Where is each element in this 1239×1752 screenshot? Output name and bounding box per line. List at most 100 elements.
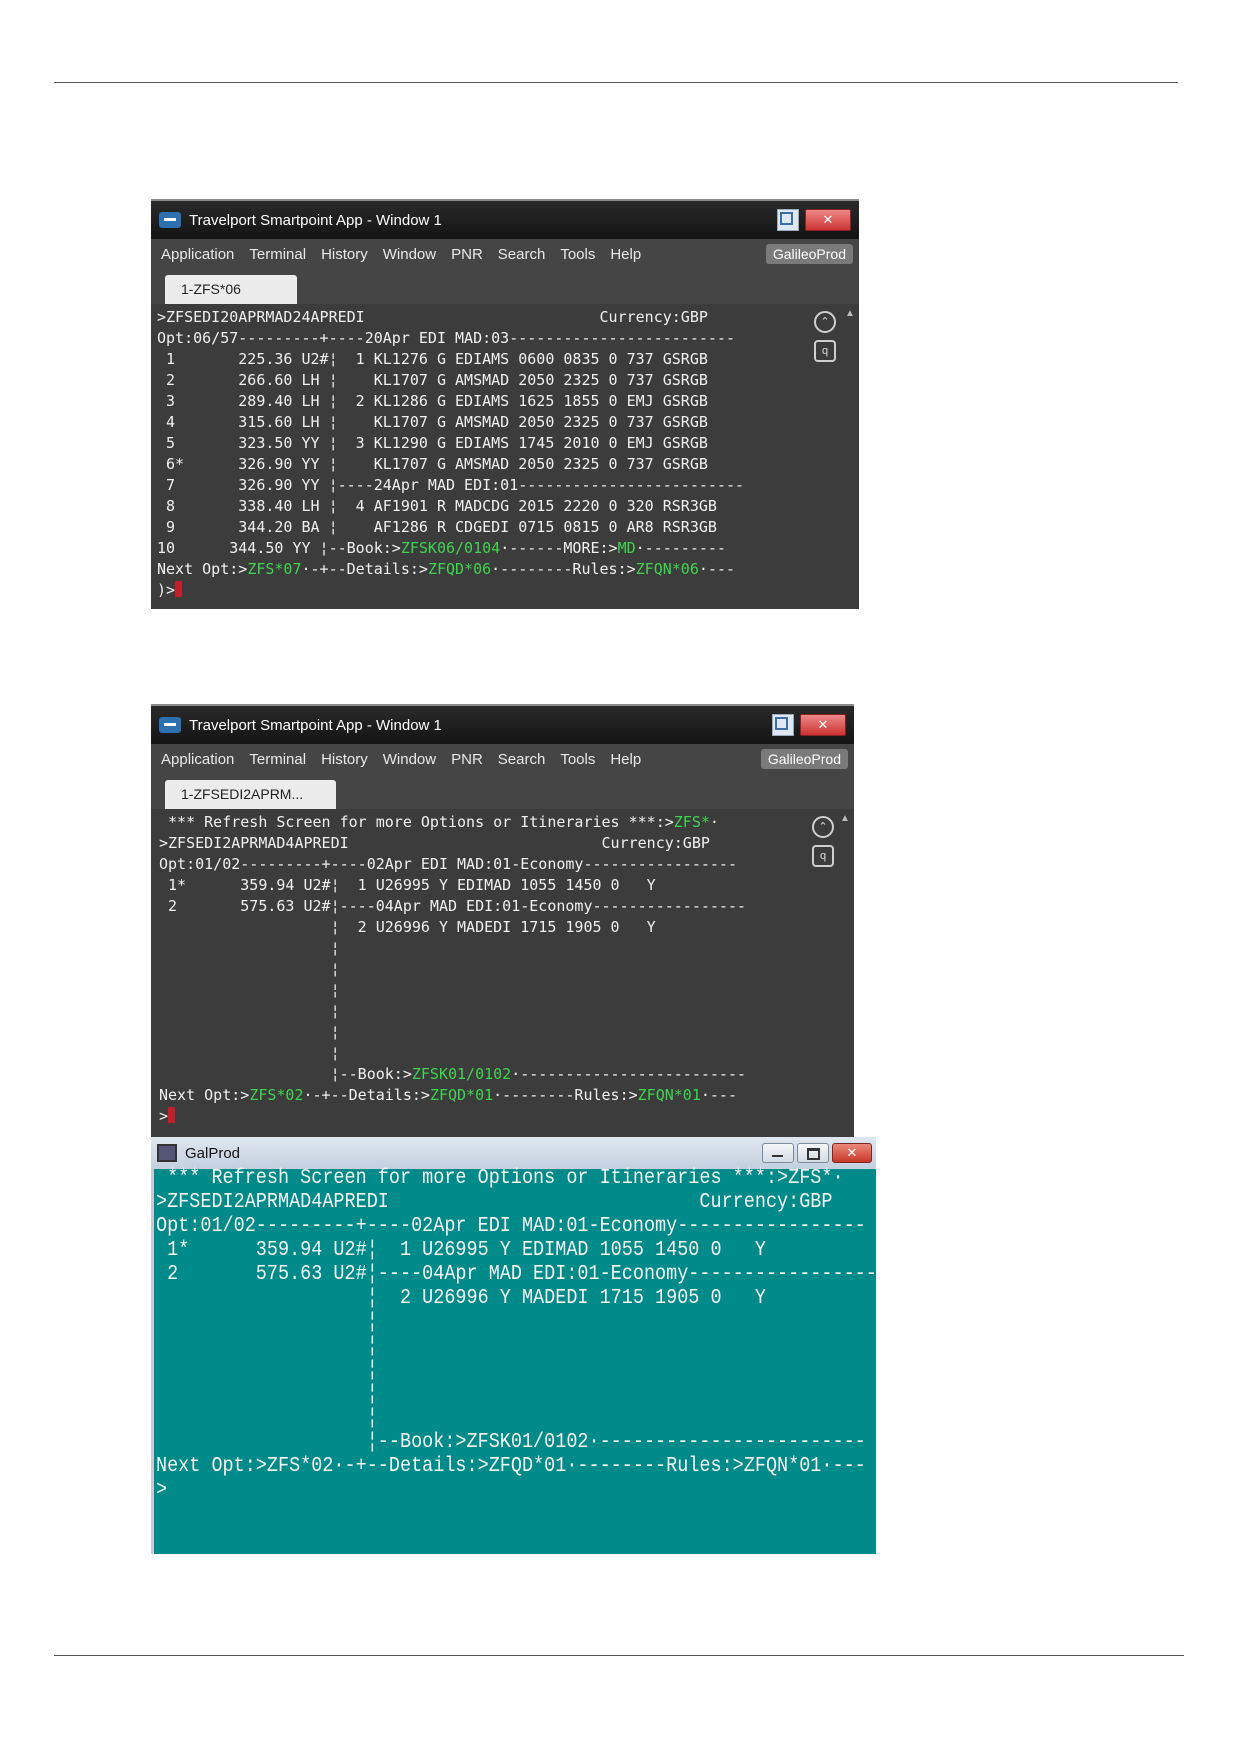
terminal-output: >ZFSEDI20APRMAD24APREDI Currency:GBP Opt… (157, 308, 744, 599)
bottom-rule (54, 1655, 1184, 1656)
menu-item-application[interactable]: Application (161, 246, 234, 263)
smartpoint-window-1: Travelport Smartpoint App - Window 1 ✕ A… (151, 199, 859, 609)
input-cursor[interactable] (168, 1107, 176, 1123)
environment-badge[interactable]: GalileoProd (760, 749, 848, 769)
terminal-output: *** Refresh Screen for more Options or I… (159, 813, 747, 1125)
title-bar[interactable]: GalProd ✕ (151, 1137, 876, 1169)
menu-item-search[interactable]: Search (498, 246, 546, 263)
terminal-tab[interactable]: 1-ZFS*06 (165, 275, 297, 304)
menu-item-terminal[interactable]: Terminal (249, 751, 306, 768)
menu-item-history[interactable]: History (321, 246, 368, 263)
menu-item-tools[interactable]: Tools (560, 246, 595, 263)
search-icon[interactable]: q (812, 845, 834, 867)
collapse-up-icon[interactable]: ⌃ (812, 816, 834, 838)
book-command-link[interactable]: ZFSK01/0102 (412, 1065, 511, 1083)
terminal-line: ¦ (159, 960, 340, 978)
terminal-line: ¦ (159, 1002, 340, 1020)
close-button[interactable]: ✕ (800, 714, 846, 736)
title-bar[interactable]: Travelport Smartpoint App - Window 1 ✕ (151, 199, 859, 239)
window-title: GalProd (185, 1144, 241, 1162)
terminal-line: 5 323.50 YY ¦ 3 KL1290 G EDIAMS 1745 201… (157, 434, 708, 452)
next-option-link[interactable]: ZFS*07 (247, 560, 301, 578)
terminal-line: ¦ (159, 939, 340, 957)
terminal-line: ¦ (156, 1359, 378, 1382)
terminal-line: 7 326.90 YY ¦----24Apr MAD EDI:01-------… (157, 476, 744, 494)
terminal-screen[interactable]: *** Refresh Screen for more Options or I… (154, 1167, 876, 1554)
terminal-line: 2 575.63 U2#¦----04Apr MAD EDI:01-Econom… (156, 1263, 876, 1286)
window-title: Travelport Smartpoint App - Window 1 (189, 211, 442, 229)
terminal-line: ¦ (159, 1044, 340, 1062)
menu-item-history[interactable]: History (321, 751, 368, 768)
computer-icon (157, 1144, 177, 1162)
terminal-line: ¦ (159, 1023, 340, 1041)
terminal-screen[interactable]: *** Refresh Screen for more Options or I… (151, 809, 854, 1137)
terminal-line: >ZFSEDI2APRMAD4APREDI Currency:GBP (159, 834, 710, 852)
terminal-line: >ZFSEDI20APRMAD24APREDI Currency:GBP (157, 308, 708, 326)
galprod-window: GalProd ✕ *** Refresh Screen for more Op… (151, 1137, 876, 1554)
command-prompt: > (156, 1479, 168, 1502)
minimize-button[interactable] (762, 1143, 794, 1163)
terminal-tab[interactable]: 1-ZFSEDI2APRM... (165, 780, 336, 809)
terminal-line: 1 225.36 U2#¦ 1 KL1276 G EDIAMS 0600 083… (157, 350, 708, 368)
menu-item-window[interactable]: Window (383, 751, 436, 768)
tab-strip: 1-ZFSEDI2APRM... (151, 774, 854, 809)
terminal-line: Opt:06/57---------+----20Apr EDI MAD:03-… (157, 329, 735, 347)
terminal-line: ¦ (159, 981, 340, 999)
close-button[interactable]: ✕ (805, 209, 851, 231)
scroll-up-arrow[interactable]: ▲ (845, 308, 855, 319)
menu-item-tools[interactable]: Tools (560, 751, 595, 768)
menu-bar: Application Terminal History Window PNR … (151, 239, 859, 269)
terminal-line: ¦ (156, 1311, 378, 1334)
restore-icon[interactable] (772, 714, 794, 736)
terminal-line: 3 289.40 LH ¦ 2 KL1286 G EDIAMS 1625 185… (157, 392, 708, 410)
menu-item-help[interactable]: Help (610, 246, 641, 263)
terminal-line: 9 344.20 BA ¦ AF1286 R CDGEDI 0715 0815 … (157, 518, 717, 536)
menu-item-pnr[interactable]: PNR (451, 751, 483, 768)
terminal-line: ¦--Book:>ZFSK01/0102·-------------------… (156, 1431, 866, 1454)
menu-item-terminal[interactable]: Terminal (249, 246, 306, 263)
search-icon[interactable]: q (814, 340, 836, 362)
terminal-line: Opt:01/02---------+----02Apr EDI MAD:01-… (159, 855, 737, 873)
top-rule (54, 82, 1178, 83)
details-command-link[interactable]: ZFQD*01 (430, 1086, 493, 1104)
terminal-output: *** Refresh Screen for more Options or I… (156, 1167, 876, 1503)
app-icon (159, 212, 181, 228)
terminal-line: Next Opt:>ZFS*02·-+--Details:>ZFQD*01·--… (156, 1455, 866, 1478)
environment-badge[interactable]: GalileoProd (765, 244, 853, 264)
menu-item-pnr[interactable]: PNR (451, 246, 483, 263)
tab-strip: 1-ZFS*06 (151, 269, 859, 304)
terminal-line: ¦ 2 U26996 Y MADEDI 1715 1905 0 Y (156, 1287, 766, 1310)
more-command-link[interactable]: MD (618, 539, 636, 557)
rules-command-link[interactable]: ZFQN*01 (638, 1086, 701, 1104)
terminal-line: ¦ (156, 1383, 378, 1406)
menu-item-application[interactable]: Application (161, 751, 234, 768)
terminal-line: ¦ 2 U26996 Y MADEDI 1715 1905 0 Y (159, 918, 656, 936)
menu-item-window[interactable]: Window (383, 246, 436, 263)
menu-item-help[interactable]: Help (610, 751, 641, 768)
terminal-line: 6* 326.90 YY ¦ KL1707 G AMSMAD 2050 2325… (157, 455, 708, 473)
restore-icon[interactable] (777, 209, 799, 231)
title-bar[interactable]: Travelport Smartpoint App - Window 1 ✕ (151, 704, 854, 744)
rules-command-link[interactable]: ZFQN*06 (636, 560, 699, 578)
terminal-screen[interactable]: >ZFSEDI20APRMAD24APREDI Currency:GBP Opt… (151, 304, 859, 609)
terminal-line: 2 575.63 U2#¦----04Apr MAD EDI:01-Econom… (159, 897, 746, 915)
details-command-link[interactable]: ZFQD*06 (428, 560, 491, 578)
menu-item-search[interactable]: Search (498, 751, 546, 768)
terminal-line: Opt:01/02---------+----02Apr EDI MAD:01-… (156, 1215, 866, 1238)
maximize-button[interactable] (797, 1143, 829, 1163)
window-title: Travelport Smartpoint App - Window 1 (189, 716, 442, 734)
terminal-line: *** Refresh Screen for more Options or I… (156, 1167, 844, 1190)
terminal-line: 4 315.60 LH ¦ KL1707 G AMSMAD 2050 2325 … (157, 413, 708, 431)
collapse-up-icon[interactable]: ⌃ (814, 311, 836, 333)
terminal-line: ¦ (156, 1335, 378, 1358)
book-command-link[interactable]: ZFSK06/0104 (401, 539, 500, 557)
scroll-up-arrow[interactable]: ▲ (840, 813, 850, 824)
terminal-line: >ZFSEDI2APRMAD4APREDI Currency:GBP (156, 1191, 833, 1214)
input-cursor[interactable] (175, 581, 183, 597)
terminal-line: ¦ (156, 1407, 378, 1430)
refresh-command-link[interactable]: ZFS* (674, 813, 710, 831)
app-icon (159, 717, 181, 733)
next-option-link[interactable]: ZFS*02 (249, 1086, 303, 1104)
terminal-line: 1* 359.94 U2#¦ 1 U26995 Y EDIMAD 1055 14… (159, 876, 656, 894)
close-button[interactable]: ✕ (832, 1143, 872, 1163)
